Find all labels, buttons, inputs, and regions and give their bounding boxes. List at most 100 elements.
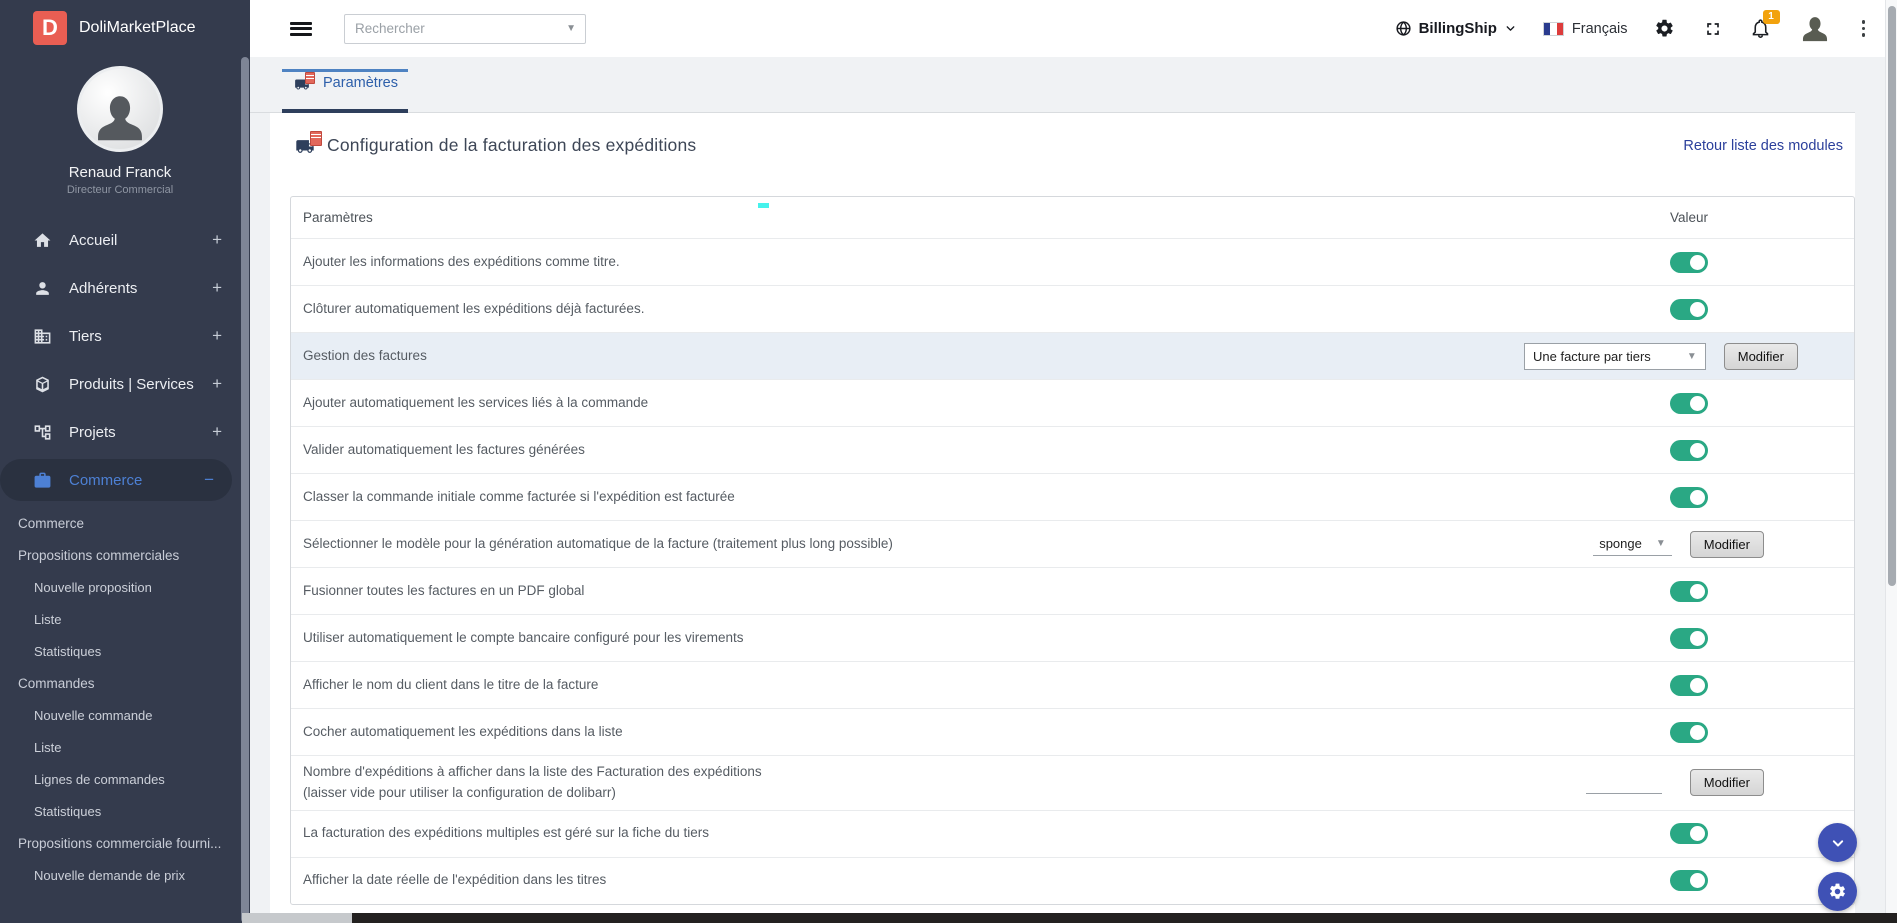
sidebar-item-label: Projets (69, 423, 116, 441)
app-logo[interactable]: D (33, 11, 67, 45)
bottom-strip-gray (242, 913, 352, 923)
toggle-switch[interactable] (1670, 627, 1708, 649)
settings-gear-icon[interactable] (1654, 18, 1676, 40)
setting-label: Ajouter les informations des expéditions… (303, 253, 620, 269)
setting-label: Gestion des factures (303, 347, 427, 363)
modifier-button[interactable]: Modifier (1723, 342, 1798, 370)
settings-row: La facturation des expéditions multiples… (291, 809, 1854, 857)
expand-plus-icon[interactable]: + (212, 374, 222, 394)
select-value: Une facture par tiers (1533, 348, 1651, 364)
chevron-down-icon[interactable]: ▼ (566, 23, 585, 34)
scroll-down-fab[interactable] (1818, 823, 1857, 862)
expand-plus-icon[interactable]: + (212, 230, 222, 250)
language-selector[interactable]: Français (1542, 21, 1628, 37)
sidebar-item-accueil[interactable]: Accueil + (0, 216, 240, 264)
modifier-button[interactable]: Modifier (1689, 769, 1764, 797)
theme-settings-fab[interactable] (1818, 872, 1857, 911)
sidebar-item-label: Tiers (69, 327, 102, 345)
toggle-switch[interactable] (1670, 439, 1708, 461)
tab-parametres[interactable]: Paramètres (282, 57, 408, 113)
notifications-bell-icon[interactable]: 1 (1750, 9, 1780, 40)
sidebar-item-label: Produits | Services (69, 375, 194, 393)
company-name: BillingShip (1418, 20, 1497, 37)
sidebar-item-projets[interactable]: Projets + (0, 408, 240, 456)
submenu-item-propositions-commerciales[interactable]: Propositions commerciales (0, 539, 240, 571)
toggle-switch[interactable] (1670, 298, 1708, 320)
settings-row: Cocher automatiquement les expéditions d… (291, 708, 1854, 755)
user-menu-avatar[interactable] (1798, 12, 1832, 46)
search-input[interactable] (345, 21, 567, 36)
shipments-count-input[interactable] (1585, 771, 1662, 795)
submenu-item-nouvelle-commande[interactable]: Nouvelle commande (0, 699, 240, 731)
toggle-switch[interactable] (1670, 392, 1708, 414)
table-body: Ajouter les informations des expéditions… (291, 238, 1854, 904)
submenu-item-lignes-de-commandes[interactable]: Lignes de commandes (0, 763, 240, 795)
toggle-switch[interactable] (1670, 486, 1708, 508)
sidebar-item-label: Accueil (69, 231, 118, 249)
sidebar-scrollbar-thumb[interactable] (241, 57, 249, 923)
expand-plus-icon[interactable]: + (212, 422, 222, 442)
brand-name: DoliMarketPlace (79, 19, 196, 36)
settings-row: Afficher le nom du client dans le titre … (291, 661, 1854, 708)
submenu-item-statistiques[interactable]: Statistiques (0, 635, 240, 667)
menu-toggle-icon[interactable] (290, 19, 312, 38)
brand-row: D DoliMarketPlace (0, 0, 240, 45)
sidebar-item-label: Commerce (69, 471, 143, 489)
page-scrollbar-thumb[interactable] (1888, 6, 1896, 586)
toggle-switch[interactable] (1670, 580, 1708, 602)
toggle-switch[interactable] (1670, 870, 1708, 892)
page-header: Configuration de la facturation des expé… (270, 113, 1855, 156)
setting-label: Nombre d'expéditions à afficher dans la … (303, 764, 762, 800)
setting-label: Ajouter automatiquement les services lié… (303, 394, 649, 410)
shipping-invoice-icon (292, 131, 322, 156)
submenu-item-nouvelle-proposition[interactable]: Nouvelle proposition (0, 571, 240, 603)
submenu-item-statistiques[interactable]: Statistiques (0, 795, 240, 827)
user-role: Directeur Commercial (66, 184, 174, 196)
user-avatar[interactable] (77, 66, 163, 152)
shipping-invoice-icon (292, 71, 316, 92)
user-name: Renaud Franck (68, 164, 172, 181)
invoice-doc-icon (310, 131, 322, 146)
submenu-item-propositions-commerciale-fourni[interactable]: Propositions commerciale fourni... (0, 827, 240, 859)
person-silhouette-icon (98, 96, 142, 141)
submenu-item-liste[interactable]: Liste (0, 603, 240, 635)
setting-label: Utiliser automatiquement le compte banca… (303, 629, 744, 645)
sidebar-item-produits-services[interactable]: Produits | Services + (0, 360, 240, 408)
page-scrollbar[interactable] (1885, 0, 1897, 923)
modifier-button[interactable]: Modifier (1689, 530, 1764, 558)
sidebar: D DoliMarketPlace Renaud Franck Directeu… (0, 0, 240, 923)
pdf-model-select[interactable]: sponge ▼ (1593, 533, 1672, 556)
expand-plus-icon[interactable]: + (212, 278, 222, 298)
toggle-switch[interactable] (1670, 674, 1708, 696)
expand-plus-icon[interactable]: + (212, 326, 222, 346)
sidebar-item-commerce[interactable]: Commerce − (0, 459, 232, 501)
back-to-modules-link[interactable]: Retour liste des modules (1683, 138, 1843, 154)
submenu-item-liste[interactable]: Liste (0, 731, 240, 763)
more-options-icon[interactable] (1858, 16, 1870, 41)
settings-row: Clôturer automatiquement les expéditions… (291, 285, 1854, 332)
user-profile: Renaud Franck Directeur Commercial (0, 66, 240, 196)
sidebar-submenu: Commerce Propositions commerciales Nouve… (0, 507, 240, 891)
topbar-actions: BillingShip Français 1 (1395, 9, 1885, 46)
invoice-mode-select[interactable]: Une facture par tiers ▼ (1524, 342, 1706, 370)
setting-label: Clôturer automatiquement les expéditions… (303, 300, 645, 316)
settings-row: Gestion des factures Une facture par tie… (291, 332, 1854, 379)
sidebar-item-tiers[interactable]: Tiers + (0, 312, 240, 360)
toggle-switch[interactable] (1670, 721, 1708, 743)
fullscreen-icon[interactable] (1702, 18, 1724, 40)
collapse-minus-icon[interactable]: − (204, 470, 214, 490)
settings-row: Sélectionner le modèle pour la génératio… (291, 520, 1854, 567)
search-box[interactable]: ▼ (344, 13, 586, 44)
submenu-item-commerce[interactable]: Commerce (0, 507, 240, 539)
person-icon (33, 278, 53, 298)
cube-icon (33, 374, 53, 394)
toggle-switch[interactable] (1670, 823, 1708, 845)
submenu-item-nouvelle-demande-de-prix[interactable]: Nouvelle demande de prix (0, 859, 240, 891)
sidebar-item-adh-rents[interactable]: Adhérents + (0, 264, 240, 312)
sidebar-scrollbar[interactable] (240, 0, 250, 923)
toggle-switch[interactable] (1670, 251, 1708, 273)
setting-label: Cocher automatiquement les expéditions d… (303, 723, 623, 739)
submenu-item-commandes[interactable]: Commandes (0, 667, 240, 699)
globe-icon (1395, 21, 1411, 36)
company-switcher[interactable]: BillingShip (1395, 20, 1517, 37)
